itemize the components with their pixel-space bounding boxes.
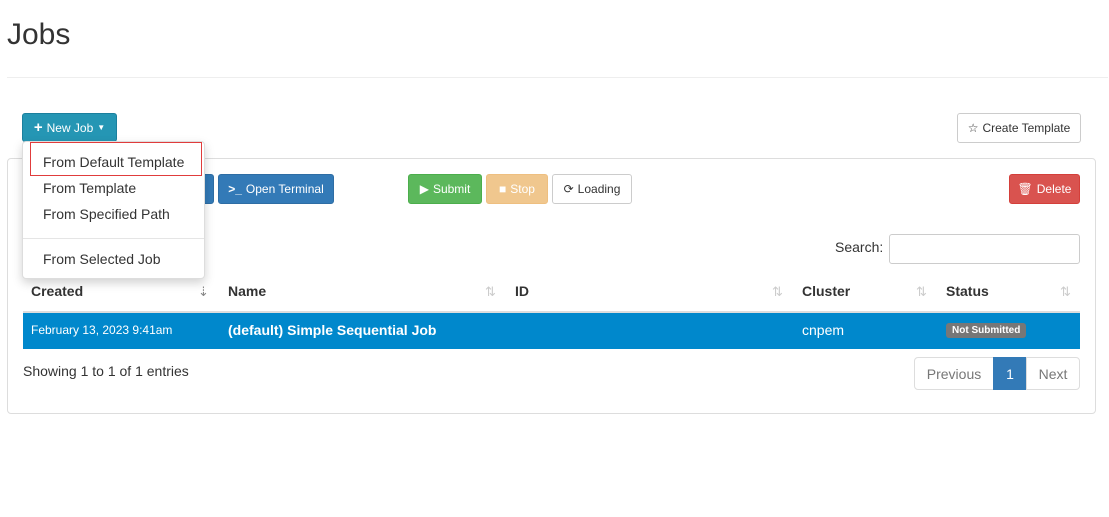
column-header-id[interactable]: ID — [515, 283, 529, 299]
cell-name: (default) Simple Sequential Job — [228, 322, 437, 338]
star-icon: ☆ — [967, 121, 979, 135]
caret-down-icon: ▼ — [97, 123, 106, 132]
search-input[interactable] — [889, 234, 1080, 264]
cell-created: February 13, 2023 9:41am — [31, 323, 173, 337]
loading-label: Loading — [577, 182, 621, 196]
trash-icon: 🗑 — [1017, 182, 1033, 196]
previous-button[interactable]: Previous — [914, 357, 994, 390]
create-template-label: Create Template — [982, 121, 1071, 135]
cell-cluster: cnpem — [802, 322, 845, 338]
column-header-cluster[interactable]: Cluster — [802, 283, 850, 299]
column-header-name[interactable]: Name — [228, 283, 266, 299]
open-terminal-label: Open Terminal — [245, 182, 324, 196]
menu-item-from-selected-job[interactable]: From Selected Job — [43, 251, 161, 267]
table-row[interactable]: February 13, 2023 9:41am (default) Simpl… — [23, 311, 1080, 349]
stop-button[interactable]: ■ Stop — [486, 174, 548, 204]
new-job-dropdown-menu: From Default Template From Template From… — [22, 141, 205, 279]
submit-label: Submit — [432, 182, 471, 196]
loading-button[interactable]: ⟳ Loading — [552, 174, 632, 204]
stop-icon: ■ — [499, 182, 507, 196]
delete-button[interactable]: 🗑 Delete — [1009, 174, 1080, 204]
play-icon: ▶ — [419, 182, 429, 196]
column-header-status[interactable]: Status — [946, 283, 989, 299]
page-1-button[interactable]: 1 — [993, 357, 1027, 390]
new-job-button[interactable]: + New Job ▼ — [22, 113, 117, 142]
page-title: Jobs — [7, 18, 71, 51]
column-header-created[interactable]: Created — [31, 283, 83, 299]
refresh-icon: ⟳ — [563, 182, 574, 196]
search-label: Search: — [835, 239, 884, 255]
status-badge: Not Submitted — [946, 323, 1027, 338]
new-job-label: New Job — [46, 120, 94, 135]
menu-divider — [23, 238, 204, 239]
sort-icon[interactable]: ⇅ — [772, 284, 783, 300]
plus-icon: + — [33, 119, 43, 136]
delete-label: Delete — [1036, 182, 1072, 196]
next-button[interactable]: Next — [1026, 357, 1080, 390]
create-template-button[interactable]: ☆ Create Template — [957, 113, 1081, 143]
sort-icon[interactable]: ⇅ — [1060, 284, 1071, 300]
menu-item-from-specified-path[interactable]: From Specified Path — [43, 206, 170, 222]
sort-icon[interactable]: ⇅ — [916, 284, 927, 300]
open-terminal-button[interactable]: >_ Open Terminal — [218, 174, 334, 204]
sort-icon[interactable]: ⇅ — [485, 284, 496, 300]
sort-desc-icon[interactable]: ⇣ — [198, 284, 209, 300]
terminal-icon: >_ — [228, 182, 242, 196]
submit-button[interactable]: ▶ Submit — [408, 174, 482, 204]
menu-item-from-template[interactable]: From Template — [43, 180, 136, 196]
divider — [7, 77, 1108, 78]
entries-info: Showing 1 to 1 of 1 entries — [23, 363, 189, 379]
stop-label: Stop — [510, 182, 535, 196]
menu-item-from-default-template[interactable]: From Default Template — [43, 154, 184, 170]
